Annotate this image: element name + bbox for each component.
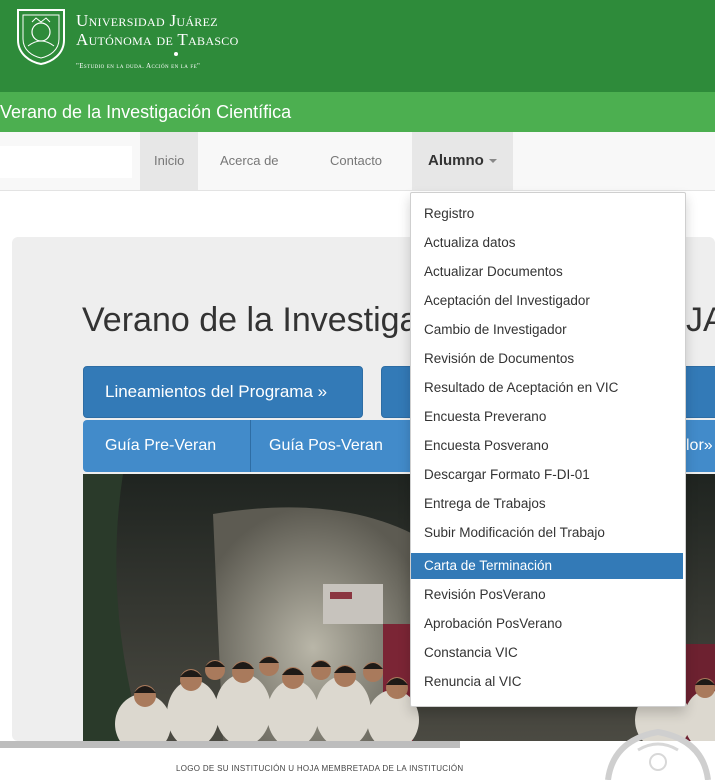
menu-item-renuncia-vic[interactable]: Renuncia al VIC bbox=[411, 669, 683, 695]
menu-item-registro[interactable]: Registro bbox=[411, 201, 683, 227]
menu-item-aprobacion-posverano[interactable]: Aprobación PosVerano bbox=[411, 611, 683, 637]
university-header: Universidad Juárez Autónoma de Tabasco "… bbox=[0, 0, 715, 92]
menu-item-encuesta-posverano[interactable]: Encuesta Posverano bbox=[411, 433, 683, 459]
menu-item-revision-posverano[interactable]: Revisión PosVerano bbox=[411, 582, 683, 608]
program-bar: Verano de la Investigación Científica bbox=[0, 92, 715, 132]
menu-item-cambio-investigador[interactable]: Cambio de Investigador bbox=[411, 317, 683, 343]
navbar-brand-area bbox=[0, 146, 132, 178]
hero-title-tail: JA bbox=[686, 301, 715, 339]
guia-pre-verano-button[interactable]: Guía Pre-Veran bbox=[83, 420, 245, 472]
nav-alumno-label: Alumno bbox=[428, 152, 484, 169]
menu-item-carta-terminacion[interactable]: Carta de Terminación bbox=[411, 553, 683, 579]
menu-item-actualizar-documentos[interactable]: Actualizar Documentos bbox=[411, 259, 683, 285]
navbar: Inicio Acerca de Contacto Alumno bbox=[0, 132, 715, 191]
university-name-line2: Autónoma de Tabasco bbox=[76, 30, 239, 49]
separator-dot bbox=[174, 52, 178, 56]
nav-alumno-dropdown[interactable]: Alumno bbox=[412, 132, 513, 190]
menu-item-revision-documentos[interactable]: Revisión de Documentos bbox=[411, 346, 683, 372]
nav-acerca-de[interactable]: Acerca de bbox=[220, 132, 279, 190]
menu-item-actualiza-datos[interactable]: Actualiza datos bbox=[411, 230, 683, 256]
program-title[interactable]: Verano de la Investigación Científica bbox=[0, 102, 291, 123]
university-crest-icon bbox=[17, 9, 65, 66]
menu-item-encuesta-preverano[interactable]: Encuesta Preverano bbox=[411, 404, 683, 430]
menu-item-entrega-trabajos[interactable]: Entrega de Trabajos bbox=[411, 491, 683, 517]
menu-item-aceptacion-investigador[interactable]: Aceptación del Investigador bbox=[411, 288, 683, 314]
alumno-dropdown-menu: Registro Actualiza datos Actualizar Docu… bbox=[410, 192, 686, 707]
hero-title: Verano de la Investiga bbox=[82, 301, 419, 339]
nav-contacto[interactable]: Contacto bbox=[330, 132, 382, 190]
institution-seal-watermark-icon bbox=[605, 728, 711, 780]
letterhead-strip bbox=[0, 741, 460, 748]
menu-item-descargar-formato[interactable]: Descargar Formato F-DI-01 bbox=[411, 462, 683, 488]
menu-item-subir-modificacion[interactable]: Subir Modificación del Trabajo bbox=[411, 520, 683, 546]
lineamientos-button[interactable]: Lineamientos del Programa » bbox=[83, 366, 363, 418]
nav-inicio[interactable]: Inicio bbox=[140, 132, 199, 190]
letterhead-text: LOGO DE SU INSTITUCIÓN U HOJA MEMBRETADA… bbox=[176, 764, 464, 773]
university-motto: "Estudio en la duda. Acción en la fe" bbox=[76, 62, 201, 70]
menu-item-constancia-vic[interactable]: Constancia VIC bbox=[411, 640, 683, 666]
menu-item-resultado-aceptacion[interactable]: Resultado de Aceptación en VIC bbox=[411, 375, 683, 401]
caret-down-icon bbox=[488, 159, 497, 164]
university-name-line1: Universidad Juárez bbox=[76, 11, 218, 30]
university-name: Universidad Juárez Autónoma de Tabasco bbox=[76, 11, 239, 49]
guia-pos-verano-button[interactable]: Guía Pos-Veran bbox=[250, 420, 430, 472]
